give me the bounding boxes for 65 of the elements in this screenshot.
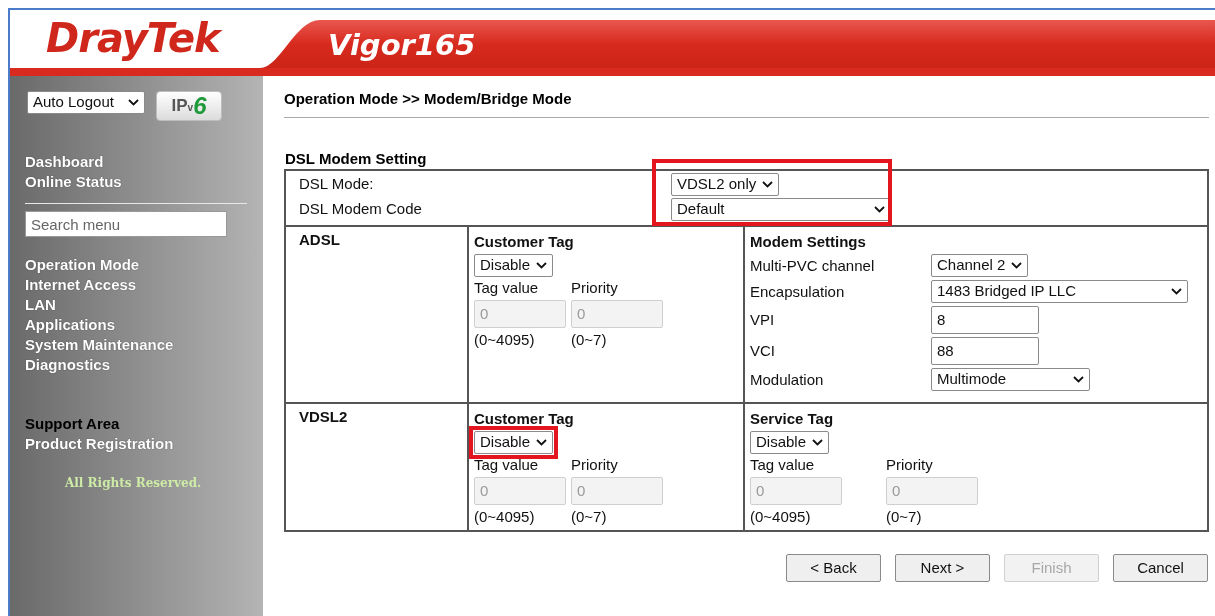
dropdown[interactable]: Disable (750, 431, 830, 454)
input-field[interactable]: 88 (931, 337, 1039, 365)
field-label: Modulation (750, 370, 825, 389)
copyright-text: All Rights Reserved. (64, 475, 203, 492)
range-hint: (0~7) (571, 331, 608, 349)
field-label: DSL Modem Code (299, 199, 423, 220)
dropdown[interactable]: Multimode (931, 368, 1090, 391)
field-label: DSL Mode: (299, 174, 375, 195)
field-label: Priority (571, 279, 619, 297)
menu-item[interactable]: Applications (25, 315, 263, 335)
field-label: Tag value (474, 456, 540, 474)
input-field[interactable]: 8 (931, 306, 1039, 334)
range-hint: (0~4095) (474, 331, 536, 349)
menu-item[interactable]: Dashboard (25, 152, 263, 172)
menu-item[interactable]: LAN (25, 295, 263, 315)
section-title: DSL Modem Setting (284, 150, 428, 168)
caret-icon (812, 439, 824, 446)
wizard-button[interactable]: Cancel (1113, 554, 1208, 582)
menu-item[interactable]: System Maintenance (25, 335, 263, 355)
field-label: Tag value (750, 456, 816, 474)
dropdown[interactable]: Disable (474, 254, 554, 277)
menu-item[interactable]: Product Registration (25, 434, 263, 454)
menu-item[interactable]: Diagnostics (25, 355, 263, 375)
panel-title: Customer Tag (474, 233, 575, 251)
panel-title: Modem Settings (750, 233, 867, 251)
dropdown[interactable]: Auto Logout (27, 91, 145, 114)
ipv6-button[interactable]: IPv6 (156, 91, 222, 121)
field-label: Priority (886, 456, 934, 474)
menu-heading: Support Area (25, 414, 121, 434)
dropdown[interactable]: Default (671, 198, 891, 221)
field-label: VCI (750, 342, 776, 360)
row-heading: VDSL2 (299, 408, 349, 426)
search-field[interactable]: Search menu (25, 211, 227, 237)
caret-icon (1073, 376, 1084, 383)
caret-icon (1171, 288, 1182, 295)
range-hint: (0~7) (886, 508, 923, 526)
row-heading: ADSL (299, 231, 341, 249)
wizard-button[interactable]: < Back (786, 554, 881, 582)
dropdown[interactable]: Disable (474, 431, 554, 454)
dropdown[interactable]: 1483 Bridged IP LLC (931, 280, 1188, 303)
menu-item[interactable]: Internet Access (25, 275, 263, 295)
panel-title: Customer Tag (474, 410, 575, 428)
menu-item[interactable]: Operation Mode (25, 255, 263, 275)
model-name: Vigor165 (328, 28, 476, 62)
range-hint: (0~4095) (750, 508, 812, 526)
caret-icon (1011, 262, 1023, 269)
brand-logo: DrayTek (46, 14, 220, 62)
dropdown[interactable]: Channel 2 (931, 254, 1029, 277)
wizard-button[interactable]: Next > (895, 554, 990, 582)
range-hint: (0~4095) (474, 508, 536, 526)
field-label: Encapsulation (750, 282, 846, 301)
caret-icon (536, 439, 548, 446)
panel-title: Service Tag (750, 410, 835, 428)
field-label: VPI (750, 311, 776, 329)
page-title: Operation Mode >> Modem/Bridge Mode (284, 90, 573, 108)
field-label: Multi-PVC channel (750, 256, 876, 275)
caret-icon (762, 181, 774, 188)
caret-icon (874, 206, 885, 213)
caret-icon (128, 99, 139, 106)
range-hint: (0~7) (571, 508, 608, 526)
field-label: Priority (571, 456, 619, 474)
menu-item[interactable]: Online Status (25, 172, 263, 192)
field-label: Tag value (474, 279, 540, 297)
caret-icon (536, 262, 548, 269)
dropdown[interactable]: VDSL2 only (671, 173, 780, 196)
